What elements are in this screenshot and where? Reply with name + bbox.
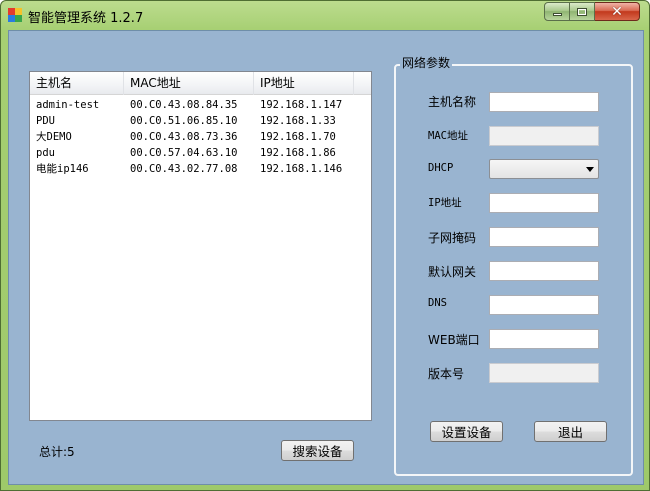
version-label: 版本号	[428, 367, 465, 381]
column-header-ip[interactable]: IP地址	[254, 72, 354, 95]
row-ip: 192.168.1.86	[260, 147, 336, 159]
row-mac: 00.C0.43.08.73.36	[130, 131, 238, 143]
row-hostname: admin-test	[36, 99, 100, 111]
search-devices-button[interactable]: 搜索设备	[281, 440, 354, 461]
list-body: admin-test 00.C0.43.08.84.35 192.168.1.1…	[30, 97, 371, 177]
total-count-label: 总计:5	[39, 445, 75, 459]
list-row[interactable]: PDU 00.C0.51.06.85.10 192.168.1.33	[30, 113, 371, 129]
row-ip: 192.168.1.147	[260, 99, 343, 111]
app-icon[interactable]	[8, 8, 22, 22]
close-button[interactable]: ✕	[595, 2, 640, 21]
ip-label: IP地址	[428, 197, 462, 209]
row-mac: 00.C0.51.06.85.10	[130, 115, 238, 127]
subnet-field[interactable]	[489, 227, 599, 247]
dhcp-label: DHCP	[428, 162, 454, 174]
mac-field[interactable]	[489, 126, 599, 146]
column-header-hostname[interactable]: 主机名	[30, 72, 124, 95]
dns-label: DNS	[428, 297, 447, 309]
list-row[interactable]: admin-test 00.C0.43.08.84.35 192.168.1.1…	[30, 97, 371, 113]
minimize-icon	[552, 13, 562, 16]
web-port-label: WEB端口	[428, 333, 480, 347]
close-icon: ✕	[611, 3, 623, 20]
row-ip: 192.168.1.146	[260, 163, 343, 175]
mac-label: MAC地址	[428, 130, 468, 142]
app-window: 智能管理系统 1.2.7 ✕ 主机名 MAC地址 IP地址 admin-test…	[0, 0, 650, 491]
dhcp-select[interactable]	[489, 159, 599, 179]
list-header: 主机名 MAC地址 IP地址	[30, 72, 371, 95]
gateway-label: 默认网关	[428, 265, 477, 279]
row-ip: 192.168.1.70	[260, 131, 336, 143]
row-mac: 00.C0.57.04.63.10	[130, 147, 238, 159]
row-hostname: 电能ip146	[36, 163, 89, 175]
maximize-icon	[577, 7, 587, 16]
row-hostname: PDU	[36, 115, 55, 127]
row-hostname: pdu	[36, 147, 55, 159]
hostname-label: 主机名称	[428, 95, 477, 109]
group-title: 网络参数	[400, 54, 453, 71]
hostname-field[interactable]	[489, 92, 599, 112]
window-title: 智能管理系统 1.2.7	[28, 11, 144, 26]
dns-field[interactable]	[489, 295, 599, 315]
row-hostname: 大DEMO	[36, 131, 72, 143]
column-header-mac[interactable]: MAC地址	[124, 72, 254, 95]
caption-buttons: ✕	[544, 2, 640, 22]
subnet-label: 子网掩码	[428, 231, 477, 245]
row-mac: 00.C0.43.02.77.08	[130, 163, 238, 175]
gateway-field[interactable]	[489, 261, 599, 281]
minimize-button[interactable]	[544, 2, 570, 21]
ip-field[interactable]	[489, 193, 599, 213]
list-row[interactable]: 大DEMO 00.C0.43.08.73.36 192.168.1.70	[30, 129, 371, 145]
web-port-field[interactable]	[489, 329, 599, 349]
list-row[interactable]: 电能ip146 00.C0.43.02.77.08 192.168.1.146	[30, 161, 371, 177]
column-header-filler	[354, 72, 371, 95]
exit-button[interactable]: 退出	[534, 421, 607, 442]
row-ip: 192.168.1.33	[260, 115, 336, 127]
maximize-button[interactable]	[570, 2, 595, 21]
row-mac: 00.C0.43.08.84.35	[130, 99, 238, 111]
client-area: 主机名 MAC地址 IP地址 admin-test 00.C0.43.08.84…	[8, 30, 644, 485]
set-device-button[interactable]: 设置设备	[430, 421, 503, 442]
title-bar[interactable]: 智能管理系统 1.2.7 ✕	[1, 1, 649, 29]
device-list[interactable]: 主机名 MAC地址 IP地址 admin-test 00.C0.43.08.84…	[29, 71, 372, 421]
list-row[interactable]: pdu 00.C0.57.04.63.10 192.168.1.86	[30, 145, 371, 161]
chevron-down-icon	[586, 167, 594, 172]
version-field[interactable]	[489, 363, 599, 383]
